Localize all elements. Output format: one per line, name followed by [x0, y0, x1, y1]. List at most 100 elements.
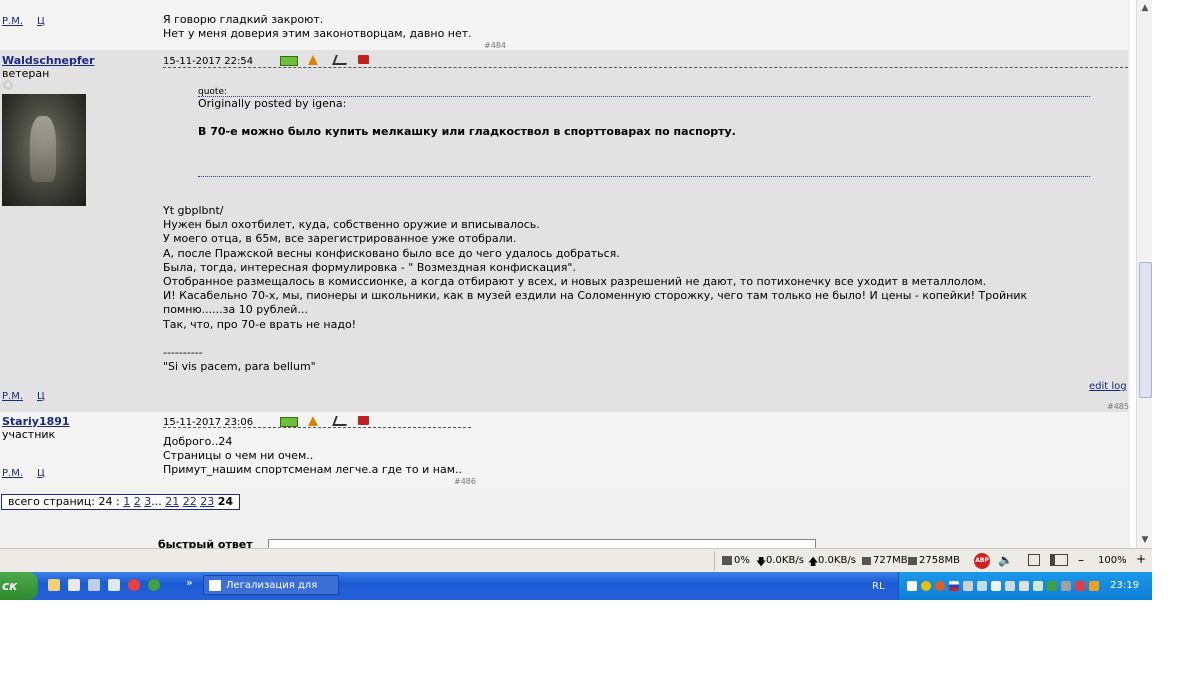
tray-icon[interactable] [907, 581, 917, 591]
download-arrow-icon: 🡇 [756, 557, 767, 568]
author-name[interactable]: Waldschnepfer [2, 54, 95, 67]
edit-log-link[interactable]: edit log [1089, 381, 1127, 392]
page-link[interactable]: 1 [123, 495, 130, 508]
status-bar: 0% 🡇 0.0KB/s 🡅 0.0KB/s 727MB 2758MB ABP … [0, 548, 1152, 573]
pager-ellipsis: ... [151, 495, 162, 508]
quote-icon[interactable] [358, 416, 369, 425]
quicklaunch-icon[interactable] [108, 579, 120, 591]
quick-reply-input[interactable] [268, 539, 816, 548]
text-line: Yt gbplbnt/ [163, 204, 224, 217]
c-link[interactable]: Ц [37, 468, 45, 479]
post-body: Yt gbplbnt/Нужен был охотбилет, куда, со… [163, 204, 1027, 374]
speaker-icon[interactable]: 🔈 [998, 553, 1013, 567]
page-link[interactable]: 2 [134, 495, 141, 508]
tray-icon[interactable] [963, 581, 973, 591]
warning-icon[interactable] [308, 55, 318, 65]
text-line: Нет у меня доверия этим законотворцам, д… [163, 27, 472, 41]
avatar [2, 94, 86, 206]
edit-icon[interactable] [332, 55, 350, 65]
zoom-level[interactable]: 100% [1098, 555, 1127, 566]
tray-icon[interactable] [1047, 581, 1057, 591]
zoom-in-button[interactable]: + [1136, 552, 1146, 566]
pm-icon[interactable] [280, 417, 298, 427]
tray-icon[interactable] [921, 581, 931, 591]
offline-icon: × [3, 80, 13, 90]
post-485: Waldschnepfer ветеран × 15-11-2017 22:54… [0, 50, 1129, 412]
memory-total: 2758MB [919, 555, 960, 566]
pagination: всего страниц: 24 : 1 2 3... 21 22 23 24 [1, 494, 241, 510]
post-actions [280, 55, 379, 67]
author-name[interactable]: Stariy1891 [2, 415, 70, 428]
current-page: 24 [217, 495, 234, 508]
sidebar-icon[interactable] [1050, 554, 1068, 566]
quick-reply-label: быстрый ответ [158, 538, 253, 548]
pm-link[interactable]: Р.М. [2, 16, 23, 27]
fullscreen-icon[interactable] [1028, 554, 1040, 566]
tray-icon[interactable] [991, 581, 1001, 591]
flag-icon[interactable] [949, 581, 959, 591]
scroll-up-icon[interactable]: ▲ [1137, 0, 1152, 16]
clock[interactable]: 23:19 [1110, 580, 1139, 591]
adblock-icon[interactable]: ABP [974, 553, 990, 569]
quote-text: В 70-е можно было купить мелкашку или гл… [198, 125, 736, 138]
upload-arrow-icon: 🡅 [808, 557, 819, 568]
text-line: Была, тогда, интересная формулировка - "… [163, 260, 576, 274]
c-link[interactable]: Ц [37, 16, 45, 27]
post-body: Доброго..24 Страницы о чем ни очем.. Приму… [163, 435, 462, 478]
c-link[interactable]: Ц [37, 391, 45, 402]
post-links: Р.М. Ц [2, 391, 59, 402]
pm-link[interactable]: Р.М. [2, 391, 23, 402]
quicklaunch-icon[interactable] [68, 579, 80, 591]
warning-icon[interactable] [308, 416, 318, 426]
scrollbar-thumb[interactable] [1139, 262, 1152, 398]
browser-icon[interactable] [148, 579, 160, 591]
pager-label: всего страниц: 24 : [8, 495, 120, 508]
page-link[interactable]: 23 [200, 495, 214, 508]
tray-icon[interactable] [1019, 581, 1029, 591]
post-number: #484 [484, 41, 506, 50]
pm-link[interactable]: Р.М. [2, 468, 23, 479]
tray-icon[interactable] [1005, 581, 1015, 591]
post-number: #485 [1107, 402, 1129, 411]
post-links: Р.М. Ц [2, 16, 59, 27]
download-speed: 0.0KB/s [766, 555, 804, 566]
text-line: И! Касабельно 70-х, мы, пионеры и школьн… [163, 289, 1028, 303]
pm-icon[interactable] [280, 56, 298, 66]
vertical-scrollbar[interactable]: ▲ ▼ [1136, 0, 1152, 548]
text-line: Я говорю гладкий закроют. [163, 13, 324, 26]
opera-icon[interactable] [128, 579, 140, 591]
upload-speed: 0.0KB/s [818, 555, 856, 566]
quicklaunch-icon[interactable] [88, 579, 100, 591]
header-divider [163, 67, 1128, 68]
tray-icon[interactable] [1061, 581, 1071, 591]
post-number: #486 [454, 477, 476, 486]
tray-icon[interactable] [1089, 581, 1099, 591]
browser-window: Р.М. Ц Я говорю гладкий закроют. Нет у мен… [0, 0, 1152, 600]
more-quicklaunch-icon[interactable]: » [186, 576, 193, 589]
text-line: Примут_нашим спортсменам легче.а где то … [163, 463, 462, 477]
quicklaunch-icon[interactable] [48, 579, 60, 591]
text-line: Доброго..24 [163, 435, 233, 448]
start-button[interactable]: ск [0, 572, 38, 600]
header-divider [163, 427, 471, 428]
post-486: Stariy1891 участник 15-11-2017 23:06 Доб… [0, 412, 1128, 488]
tray-icon[interactable] [1075, 581, 1085, 591]
page-link[interactable]: 22 [183, 495, 197, 508]
cpu-icon [722, 556, 732, 565]
quote-divider-bottom [198, 176, 1090, 177]
tray-icon[interactable] [935, 581, 945, 591]
quote-icon[interactable] [358, 55, 369, 64]
text-line: Страницы о чем ни очем.. [163, 449, 314, 463]
post-body: Я говорю гладкий закроют. Нет у меня дове… [163, 13, 472, 41]
memory-total-icon [908, 557, 917, 565]
zoom-out-button[interactable]: – [1078, 553, 1084, 567]
text-line: А, после Пражской весны конфисковано был… [163, 246, 620, 260]
tray-icon[interactable] [1033, 581, 1043, 591]
edit-icon[interactable] [332, 416, 350, 426]
language-indicator[interactable]: RL [872, 581, 885, 592]
tray-icon[interactable] [977, 581, 987, 591]
page-link[interactable]: 21 [165, 495, 179, 508]
memory-used: 727MB [873, 555, 908, 566]
taskbar-window-button[interactable]: Легализация для на... [203, 575, 339, 595]
scroll-down-icon[interactable]: ▼ [1137, 532, 1152, 548]
